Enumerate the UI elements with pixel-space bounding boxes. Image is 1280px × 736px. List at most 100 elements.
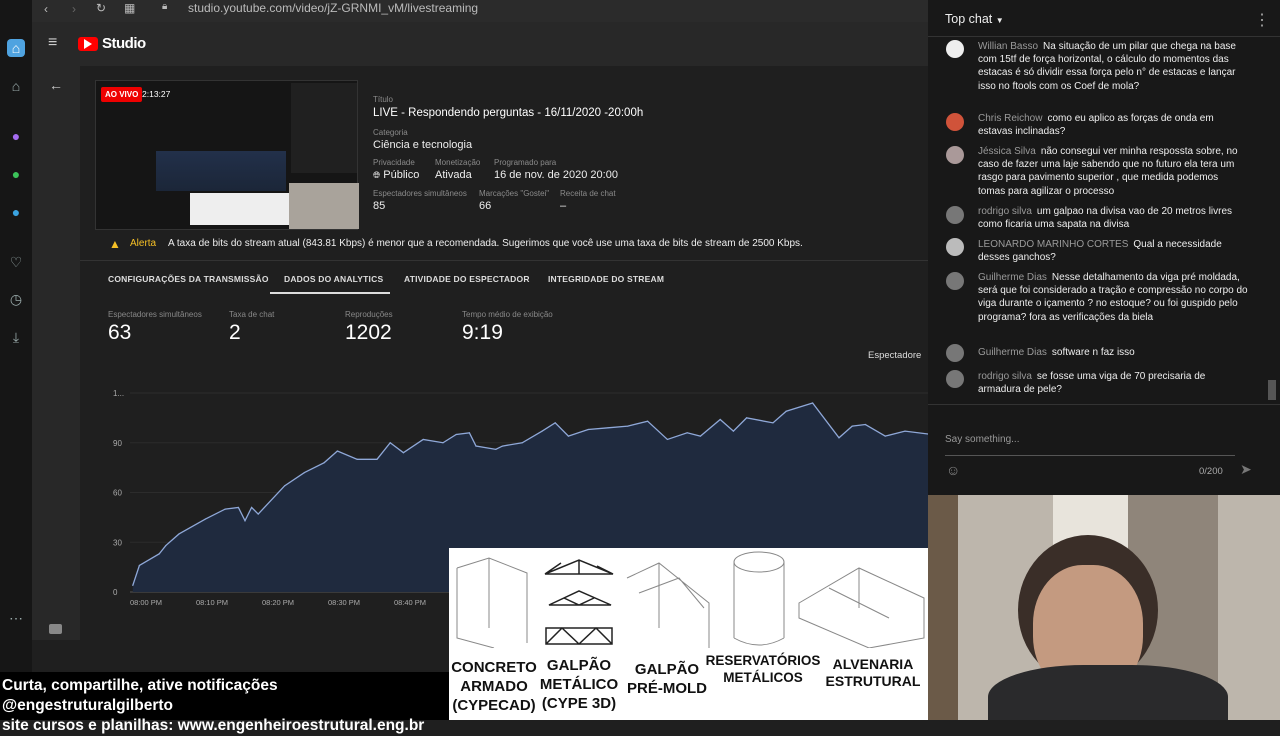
history-icon[interactable]: ◷ [7,290,25,308]
stat-label: Reproduções [345,310,393,319]
warning-icon: ▲ [109,237,121,251]
data-point [257,513,259,515]
data-point [746,417,748,419]
data-point [389,442,391,444]
chat-mode-label: Top chat [945,12,993,26]
address-bar[interactable]: studio.youtube.com/video/jZ-GRNMI_vM/liv… [188,1,478,15]
data-point [495,448,497,450]
stat-label: Espectadores simultâneos [108,310,202,319]
globe-icon: 🌐︎ [373,170,381,180]
bitrate-alert: ▲ Alerta A taxa de bits do stream atual … [80,232,928,256]
author[interactable]: Guilherme Dias [978,347,1047,358]
message-text: software n faz isso [1051,347,1135,358]
chat-mode-dropdown[interactable]: Top chat ▼ [945,12,1004,26]
author[interactable]: rodrigo silva [978,371,1032,382]
stat-label: Taxa de chat [229,310,275,319]
author[interactable]: Willian Basso [978,41,1038,52]
more-options-icon[interactable]: ⋮ [1254,10,1270,30]
x-tick-label: 08:40 PM [394,598,426,607]
data-point [204,518,206,520]
data-point [785,410,787,412]
author[interactable]: Guilherme Dias [978,272,1047,283]
data-point [158,553,160,555]
x-tick-label: 08:10 PM [196,598,228,607]
tab-stream-settings[interactable]: CONFIGURAÇÕES DA TRANSMISSÃO [108,274,269,284]
revenue-label: Receita de chat [560,189,616,198]
reload-icon[interactable]: ↻ [96,1,106,15]
course-label: RESERVATÓRIOS METÁLICOS [705,653,821,685]
preview-chart [156,151,286,191]
author[interactable]: rodrigo silva [978,206,1032,217]
data-point [455,433,457,436]
course-label: ALVENARIA ESTRUTURAL [825,656,921,689]
preview-overlay [190,193,290,225]
preview-webcam [289,183,359,229]
data-point [884,435,886,437]
data-point [719,418,721,421]
more-icon[interactable]: ⋯ [7,609,25,627]
active-tab-indicator [270,292,390,294]
data-point [501,445,503,447]
browser-toolbar: ‹ › ↻ ▦ 🔒︎ studio.youtube.com/video/jZ-G… [32,0,928,22]
author[interactable]: Chris Reichow [978,113,1042,124]
y-tick-label: 30 [113,538,122,547]
data-point [627,425,629,427]
course-label: CONCRETO ARMADO (CYPECAD) [451,659,537,714]
stat-label: Tempo médio de exibição [462,310,553,319]
tab-analytics[interactable]: DADOS DO ANALYTICS [284,274,383,284]
emoji-icon[interactable]: ☺ [946,462,960,478]
divider [928,404,1280,405]
tab-viewer-activity[interactable]: ATIVIDADE DO ESPECTADOR [404,274,530,284]
tabs-icon[interactable]: ▦ [124,1,135,15]
tank-icon [733,551,785,646]
author[interactable]: Jéssica Silva [978,146,1036,157]
messenger-icon[interactable]: ● [7,127,25,145]
data-point [554,422,556,424]
promo-line: site cursos e planilhas: www.engenheiroe… [2,717,425,734]
data-point [851,425,853,427]
feedback-icon[interactable] [49,624,62,634]
data-point [666,438,669,441]
input-underline [945,455,1235,456]
data-point [468,432,470,434]
data-point [904,430,906,432]
chat-message: rodrigo silva se fosse uma viga de 70 pre… [978,370,1248,396]
data-point [732,430,735,432]
data-point [541,430,543,432]
chat-scrollbar[interactable] [1268,380,1276,400]
back-arrow-icon[interactable]: ← [49,77,63,93]
studio-logo[interactable]: Studio [102,35,146,52]
menu-icon[interactable]: ≡ [48,34,57,52]
data-point [812,402,814,404]
stream-preview[interactable]: AO VIVO 2:13:27 [95,80,359,230]
privacy-label: Privacidade [373,158,415,167]
heart-icon[interactable]: ♡ [7,253,25,271]
lock-icon: 🔒︎ [162,1,168,12]
privacy-text: Público [383,169,420,181]
live-badge: AO VIVO [101,87,143,102]
home-icon[interactable]: ⌂ [7,39,25,57]
avatar [946,146,964,164]
course-label: GALPÃO METÁLICO (CYPE 3D) [539,657,619,712]
tab-stream-health[interactable]: INTEGRIDADE DO STREAM [548,274,664,284]
bookmark-icon[interactable]: ⌂ [7,77,25,95]
stat-value: 9:19 [462,321,503,344]
course-banner: CONCRETO ARMADO (CYPECAD) GALPÃO METÁLIC… [449,548,928,720]
x-tick-label: 08:20 PM [262,598,294,607]
forward-icon[interactable]: › [72,2,76,16]
privacy-value: 🌐︎ Público [373,169,419,181]
chat-input[interactable]: Say something... [945,434,1019,445]
whatsapp-icon[interactable]: ● [7,165,25,183]
stat-value: 63 [108,321,132,344]
avatar [946,344,964,362]
author[interactable]: LEONARDO MARINHO CORTES [978,239,1128,250]
metric-selector[interactable]: Espectadore [868,350,921,361]
send-icon[interactable]: ➤ [1240,461,1252,478]
char-counter: 0/200 [1199,466,1223,477]
data-point [178,533,180,535]
back-icon[interactable]: ‹ [44,2,48,16]
download-icon[interactable]: ⤓ [7,328,25,346]
data-point [647,420,649,422]
x-tick-label: 08:00 PM [130,598,162,607]
telegram-icon[interactable]: ● [7,203,25,221]
